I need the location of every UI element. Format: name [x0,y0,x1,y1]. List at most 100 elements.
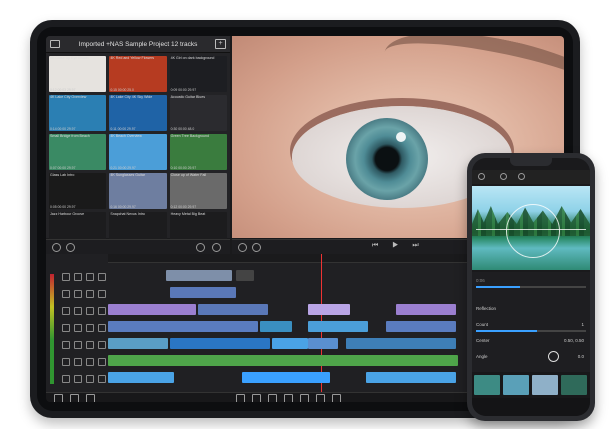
redo-icon[interactable] [66,243,75,252]
solo-icon[interactable] [98,307,106,315]
marker-icon[interactable] [252,243,261,252]
media-clip[interactable]: 4K Red and Yellow Flowers 0:15 00:00 25.0 [109,56,167,92]
media-clip[interactable]: Acoustic Guitar Blues 0:30 00:00 48.0 [169,95,227,131]
lock-icon[interactable] [62,375,70,383]
mute-icon[interactable] [86,341,94,349]
media-icon[interactable] [54,394,63,402]
angle-knob[interactable] [548,351,559,362]
camera-icon[interactable] [300,394,309,402]
link-icon[interactable] [268,394,277,402]
timeline-clip[interactable] [166,270,232,281]
visibility-icon[interactable] [74,290,82,298]
lock-icon[interactable] [62,324,70,332]
track-header[interactable] [46,355,108,367]
phone-thumb[interactable] [503,375,529,395]
lock-icon[interactable] [62,307,70,315]
phone-thumb[interactable] [561,375,587,395]
timeline-clip[interactable] [198,304,268,315]
search-icon[interactable] [196,243,205,252]
timeline-clip[interactable] [308,304,350,315]
phone-scrubber[interactable] [476,286,586,288]
solo-icon[interactable] [98,341,106,349]
visibility-icon[interactable] [74,341,82,349]
settings-icon[interactable] [518,173,525,180]
crop-icon[interactable] [284,394,293,402]
solo-icon[interactable] [98,290,106,298]
media-clip[interactable]: 4K Sunglasses Guitar 0:16 00:00 29.97 [109,173,167,209]
visibility-icon[interactable] [74,358,82,366]
lock-icon[interactable] [62,358,70,366]
transport-controls[interactable]: ⏮ ▶ ⏭ [372,242,425,250]
lock-icon[interactable] [62,290,70,298]
timeline-clip[interactable] [260,321,292,332]
solo-icon[interactable] [98,358,106,366]
lock-icon[interactable] [62,341,70,349]
phone-thumb[interactable] [474,375,500,395]
timeline-clip[interactable] [308,338,338,349]
visibility-icon[interactable] [74,375,82,383]
mute-icon[interactable] [86,273,94,281]
export-icon[interactable] [86,394,95,402]
visibility-icon[interactable] [74,273,82,281]
copy-icon[interactable] [252,394,261,402]
info-icon[interactable] [238,243,247,252]
timeline-clip[interactable] [236,270,254,281]
phone-thumb[interactable] [532,375,558,395]
reflection-axis[interactable] [476,229,586,230]
mute-icon[interactable] [86,324,94,332]
media-clip[interactable]: Small Bridge from Beach 0:07 00:00 29.97 [49,134,107,170]
media-clip[interactable]: Close up of Water Fall 0:12 00:00 29.97 [169,173,227,209]
folder-icon[interactable] [50,40,60,48]
solo-icon[interactable] [98,324,106,332]
mute-icon[interactable] [86,307,94,315]
timeline-clip[interactable] [386,321,456,332]
filter-icon[interactable] [212,243,221,252]
timeline-clip[interactable] [108,372,174,383]
track-header[interactable] [46,287,108,299]
count-slider[interactable] [476,330,586,332]
reflection-center-handle[interactable] [506,204,560,258]
media-clip[interactable]: 4K Lake City Overview 0:14 00:00 29.97 [49,95,107,131]
mute-icon[interactable] [86,375,94,383]
timeline-clip[interactable] [366,372,456,383]
track-header[interactable] [46,270,108,282]
undo-icon[interactable] [52,243,61,252]
media-clip[interactable]: Green Tree Background 0:10 00:00 29.97 [169,134,227,170]
solo-icon[interactable] [98,375,106,383]
lock-icon[interactable] [62,273,70,281]
track-header[interactable] [46,338,108,350]
media-clip[interactable]: 4K Girl on dark background 0:09 00:00 29.… [169,56,227,92]
split-icon[interactable] [236,394,245,402]
timeline-clip[interactable] [170,287,236,298]
effects-icon[interactable] [70,394,79,402]
scissors-icon[interactable] [316,394,325,402]
mute-icon[interactable] [86,358,94,366]
back-icon[interactable] [478,173,485,180]
mute-icon[interactable] [86,290,94,298]
visibility-icon[interactable] [74,324,82,332]
timeline-clip[interactable] [170,338,270,349]
timeline-clip[interactable] [108,304,196,315]
track-header[interactable] [46,372,108,384]
media-clip[interactable]: 4K Beach Overview 0:21 00:00 29.97 [109,134,167,170]
track-header[interactable] [46,321,108,333]
solo-icon[interactable] [98,273,106,281]
timeline-clip[interactable] [396,304,456,315]
timeline-clip[interactable] [308,321,368,332]
timeline-clip[interactable] [108,338,168,349]
media-browser: Imported +NAS Sample Project 12 tracks +… [46,36,230,248]
media-clip[interactable]: 4K Close Up Eye Brown 0:12 00:03 29.97 [49,56,107,92]
add-icon[interactable]: + [215,39,226,49]
timeline-clip[interactable] [108,321,258,332]
timeline-clip[interactable] [272,338,308,349]
media-clip[interactable]: 4K Lake City 4K Sky Wide 0:11 00:00 29.97 [109,95,167,131]
media-clip[interactable]: Glass Lab Intro 0:05 00:00 29.97 [49,173,107,209]
trash-icon[interactable] [332,394,341,402]
clip-meta: 0:05 00:00 29.97 [50,205,76,209]
timeline-clip[interactable] [346,338,456,349]
visibility-icon[interactable] [74,307,82,315]
timeline-clip[interactable] [242,372,330,383]
effects-icon[interactable] [500,173,507,180]
track-header[interactable] [46,304,108,316]
timeline-clip[interactable] [108,355,458,366]
